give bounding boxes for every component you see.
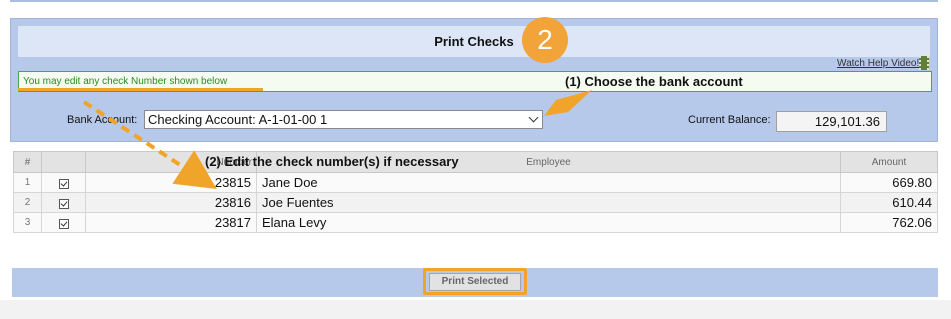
arrow-to-bank-select [544,90,592,116]
step-badge: 2 [522,17,568,63]
callout-bank-account: (1) Choose the bank account [565,74,743,89]
callout-check-number: (2) Edit the check number(s) if necessar… [205,154,459,169]
arrow-to-number [82,100,217,189]
annotation-arrows [82,90,592,189]
